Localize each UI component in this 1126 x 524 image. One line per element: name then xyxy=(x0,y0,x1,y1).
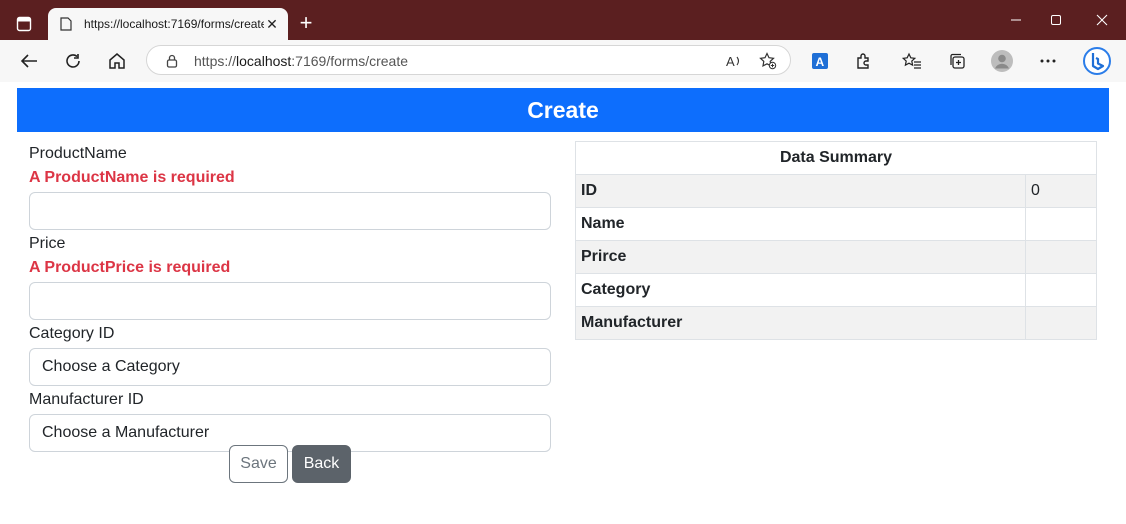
price-input[interactable] xyxy=(29,282,551,320)
table-row: Name xyxy=(575,207,1097,241)
create-form: ProductName A ProductName is required Pr… xyxy=(29,144,551,456)
price-label: Price xyxy=(29,235,66,252)
page-title: Create xyxy=(17,88,1109,132)
minimize-icon[interactable] xyxy=(1006,10,1026,30)
window-close-icon[interactable] xyxy=(1092,10,1112,30)
svg-text:A: A xyxy=(816,55,825,69)
back-icon[interactable] xyxy=(18,50,40,72)
browser-tab[interactable]: https://localhost:7169/forms/create ✕ xyxy=(48,8,288,40)
data-summary-table: Data Summary ID 0 Name Prirce Category M… xyxy=(575,141,1097,340)
read-aloud-icon[interactable]: A xyxy=(725,52,743,70)
product-name-group: ProductName A ProductName is required xyxy=(29,144,551,230)
save-button[interactable]: Save xyxy=(229,445,288,483)
tab-actions-icon[interactable] xyxy=(12,12,36,36)
collections-icon[interactable] xyxy=(946,50,968,72)
browser-toolbar: https://localhost:7169/forms/create A A xyxy=(0,40,1126,82)
manufacturer-selected-text: Choose a Manufacturer xyxy=(42,424,210,441)
category-select[interactable]: Choose a Category xyxy=(29,348,551,386)
category-selected-text: Choose a Category xyxy=(42,358,180,375)
summary-key-price: Prirce xyxy=(575,240,1026,274)
refresh-icon[interactable] xyxy=(62,50,84,72)
maximize-icon[interactable] xyxy=(1046,10,1066,30)
category-label: Category ID xyxy=(29,325,115,342)
add-favorite-icon[interactable] xyxy=(759,52,777,70)
summary-value-price xyxy=(1025,240,1097,274)
price-group: Price A ProductPrice is required xyxy=(29,234,551,320)
manufacturer-group: Manufacturer ID Choose a Manufacturer xyxy=(29,390,551,452)
category-group: Category ID Choose a Category xyxy=(29,324,551,386)
page-favicon xyxy=(58,16,74,32)
translate-icon[interactable]: A xyxy=(809,50,831,72)
summary-value-name xyxy=(1025,207,1097,241)
form-buttons: Save Back xyxy=(229,445,351,483)
summary-key-id: ID xyxy=(575,174,1026,208)
home-icon[interactable] xyxy=(106,50,128,72)
summary-heading: Data Summary xyxy=(575,141,1097,175)
svg-text:A: A xyxy=(726,54,735,69)
close-icon[interactable]: ✕ xyxy=(264,16,280,32)
url-text[interactable]: https://localhost:7169/forms/create xyxy=(194,53,408,69)
more-icon[interactable] xyxy=(1037,50,1059,72)
profile-icon[interactable] xyxy=(991,50,1013,72)
summary-header-row: Data Summary xyxy=(575,141,1097,175)
price-error: A ProductPrice is required xyxy=(29,259,231,276)
summary-key-manufacturer: Manufacturer xyxy=(575,306,1026,340)
table-row: Prirce xyxy=(575,240,1097,274)
bing-icon[interactable] xyxy=(1081,45,1113,77)
summary-value-category xyxy=(1025,273,1097,307)
summary-key-name: Name xyxy=(575,207,1026,241)
lock-icon[interactable] xyxy=(163,52,181,70)
product-name-input[interactable] xyxy=(29,192,551,230)
address-bar[interactable]: https://localhost:7169/forms/create A xyxy=(146,45,791,75)
table-row: ID 0 xyxy=(575,174,1097,208)
plus-icon[interactable]: + xyxy=(296,12,316,34)
favorites-icon[interactable] xyxy=(901,50,923,72)
summary-key-category: Category xyxy=(575,273,1026,307)
extensions-icon[interactable] xyxy=(853,50,875,72)
table-row: Category xyxy=(575,273,1097,307)
back-button[interactable]: Back xyxy=(292,445,351,483)
summary-value-id: 0 xyxy=(1025,174,1097,208)
tab-title: https://localhost:7169/forms/create xyxy=(84,17,264,31)
product-name-label: ProductName xyxy=(29,145,127,162)
summary-value-manufacturer xyxy=(1025,306,1097,340)
manufacturer-label: Manufacturer ID xyxy=(29,391,144,408)
page-viewport: Create ProductName A ProductName is requ… xyxy=(0,82,1126,524)
product-name-error: A ProductName is required xyxy=(29,169,235,186)
title-bar: https://localhost:7169/forms/create ✕ + xyxy=(0,0,1126,40)
table-row: Manufacturer xyxy=(575,306,1097,340)
